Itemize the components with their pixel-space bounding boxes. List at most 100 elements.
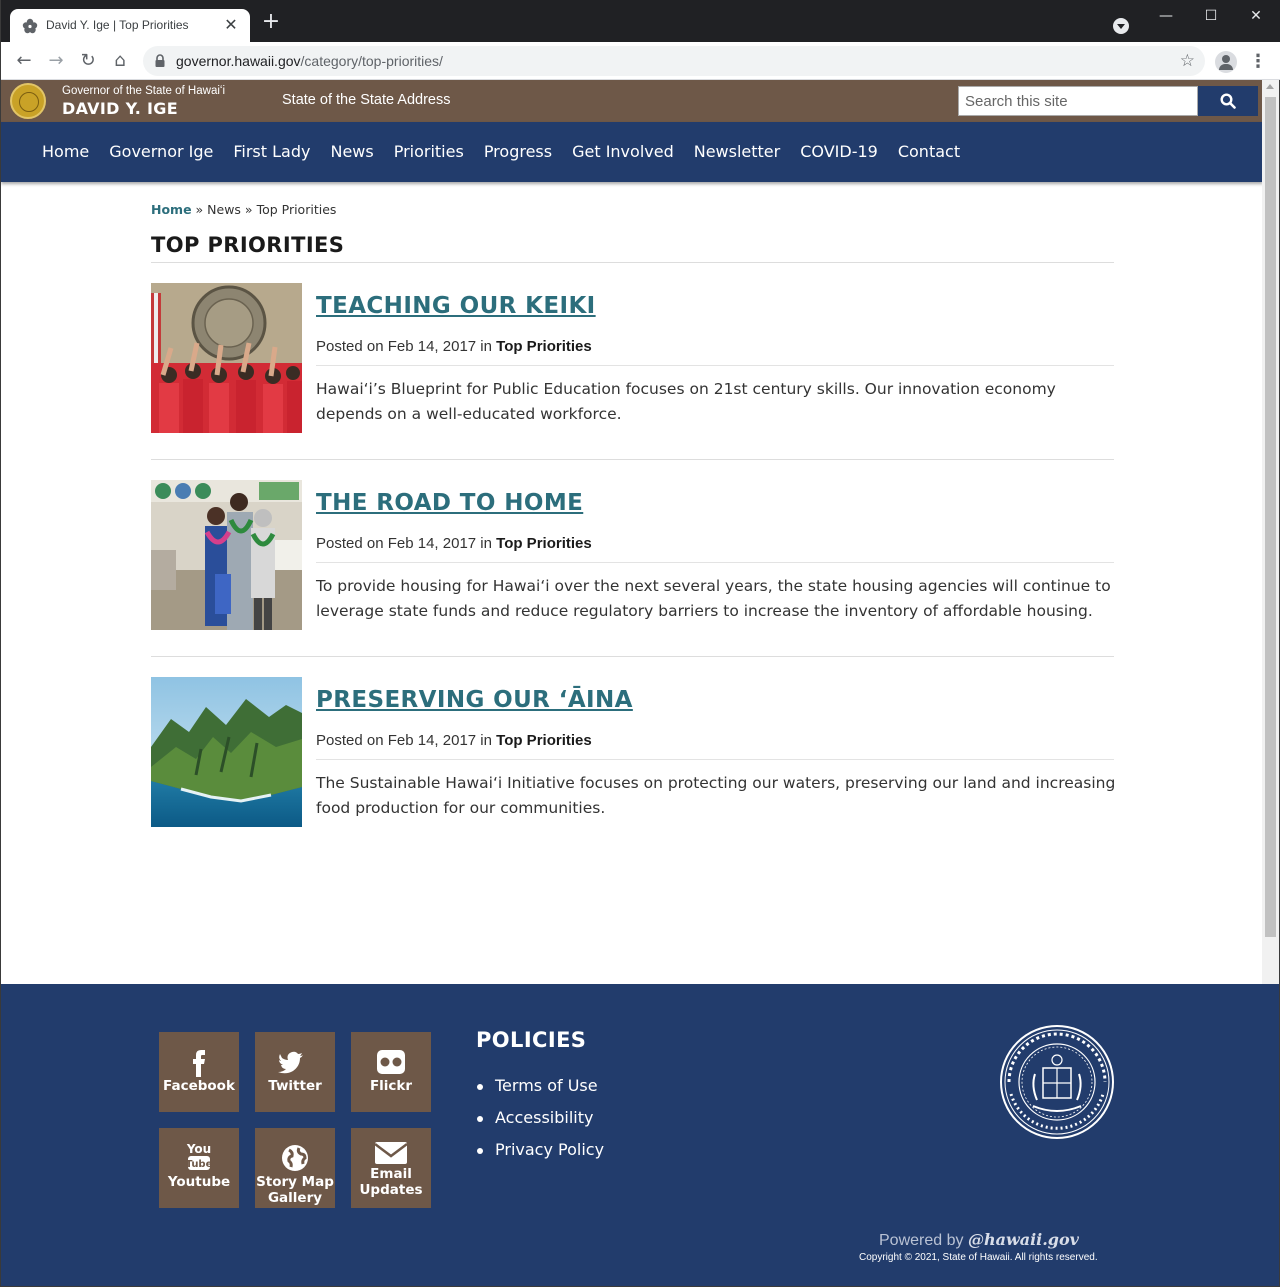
post-excerpt: The Sustainable Hawai‘i Initiative focus… xyxy=(316,774,1116,817)
flickr-label: Flickr xyxy=(369,1078,413,1094)
governor-subtitle: Governor of the State of Hawaiʻi xyxy=(62,85,225,97)
breadcrumb-current: Top Priorities xyxy=(256,202,337,217)
policies-heading: POLICIES xyxy=(476,1028,587,1052)
post-title-link[interactable]: PRESERVING OUR ‘ĀINA xyxy=(316,687,633,713)
svg-text:Tube: Tube xyxy=(186,1159,213,1170)
post-meta: Posted on Feb 14, 2017 in Top Priorities xyxy=(316,732,592,749)
email-label-line2: Updates xyxy=(359,1182,423,1198)
main-navigation: Home Governor Ige First Lady News Priori… xyxy=(1,122,1263,182)
post-title-link[interactable]: THE ROAD TO HOME xyxy=(316,490,583,516)
state-of-the-state-link[interactable]: State of the State Address xyxy=(282,92,450,108)
story-map-label-line2: Gallery xyxy=(267,1190,323,1206)
post-meta: Posted on Feb 14, 2017 in Top Priorities xyxy=(316,535,592,552)
page-title: TOP PRIORITIES xyxy=(151,233,345,257)
post-item: THE ROAD TO HOME Posted on Feb 14, 2017 … xyxy=(151,480,1114,657)
post-category-link[interactable]: Top Priorities xyxy=(496,535,592,552)
browser-chrome: David Y. Ige | Top Priorities ✕ + — ☐ ✕ … xyxy=(0,0,1280,80)
post-thumbnail-keiki[interactable] xyxy=(151,283,302,433)
tab-search-icon[interactable] xyxy=(1113,18,1129,34)
scroll-up-arrow-icon[interactable] xyxy=(1266,84,1274,89)
minimize-icon[interactable]: — xyxy=(1143,4,1189,28)
reload-icon[interactable]: ↻ xyxy=(75,48,101,74)
hibiscus-favicon-icon xyxy=(22,18,38,34)
post-thumbnail-housing[interactable] xyxy=(151,480,302,630)
site-search-input[interactable] xyxy=(958,86,1198,116)
story-map-gallery-tile[interactable]: Story Map Gallery xyxy=(255,1128,335,1208)
scrollbar-thumb[interactable] xyxy=(1265,97,1276,937)
nav-item-covid-19[interactable]: COVID-19 xyxy=(790,140,888,164)
browser-toolbar: ← → ↻ ⌂ governor.hawaii.gov/category/top… xyxy=(1,42,1280,80)
governor-name-link[interactable]: DAVID Y. IGE xyxy=(62,99,178,118)
site-footer: Facebook Twitter Flickr You Tube Youtube xyxy=(1,984,1279,1286)
nav-item-newsletter[interactable]: Newsletter xyxy=(684,140,791,164)
nav-item-first-lady[interactable]: First Lady xyxy=(223,140,320,164)
post-meta: Posted on Feb 14, 2017 in Top Priorities xyxy=(316,338,592,355)
lock-icon xyxy=(155,54,165,67)
nav-item-get-involved[interactable]: Get Involved xyxy=(562,140,684,164)
breadcrumb-news-link[interactable]: News xyxy=(207,202,241,217)
breadcrumb-separator: » xyxy=(240,202,257,217)
home-icon[interactable]: ⌂ xyxy=(107,48,133,74)
terms-of-use-link[interactable]: Terms of Use xyxy=(476,1070,604,1102)
flickr-tile[interactable]: Flickr xyxy=(351,1032,431,1112)
state-seal-logo[interactable] xyxy=(10,83,46,119)
profile-icon[interactable] xyxy=(1215,51,1237,73)
youtube-label: Youtube xyxy=(167,1174,231,1190)
state-of-hawaii-seal-icon xyxy=(1000,1025,1114,1139)
nav-item-contact[interactable]: Contact xyxy=(888,140,970,164)
accessibility-link[interactable]: Accessibility xyxy=(476,1102,604,1134)
story-map-label-line1: Story Map xyxy=(256,1174,334,1190)
policies-list: Terms of Use Accessibility Privacy Polic… xyxy=(476,1070,604,1166)
tab-strip: David Y. Ige | Top Priorities ✕ + — ☐ ✕ xyxy=(1,0,1280,42)
bookmark-star-icon[interactable]: ☆ xyxy=(1180,51,1195,71)
scrollbar[interactable] xyxy=(1262,80,1279,984)
nav-item-priorities[interactable]: Priorities xyxy=(384,140,474,164)
nav-item-governor-ige[interactable]: Governor Ige xyxy=(99,140,223,164)
twitter-label: Twitter xyxy=(268,1078,322,1094)
nav-item-news[interactable]: News xyxy=(320,140,383,164)
facebook-label: Facebook xyxy=(163,1078,235,1094)
search-icon xyxy=(1220,93,1236,109)
browser-tab[interactable]: David Y. Ige | Top Priorities ✕ xyxy=(10,9,250,42)
post-category-link[interactable]: Top Priorities xyxy=(496,732,592,749)
meta-divider xyxy=(316,365,1114,366)
breadcrumb-home-link[interactable]: Home xyxy=(151,202,192,217)
twitter-icon xyxy=(278,1051,303,1074)
nav-item-home[interactable]: Home xyxy=(32,140,99,164)
post-excerpt: To provide housing for Hawai‘i over the … xyxy=(316,577,1111,620)
new-tab-icon[interactable]: + xyxy=(261,11,281,33)
post-category-link[interactable]: Top Priorities xyxy=(496,338,592,355)
tab-close-icon[interactable]: ✕ xyxy=(222,16,240,34)
website: Governor of the State of Hawaiʻi DAVID Y… xyxy=(0,80,1280,1287)
post-title-link[interactable]: TEACHING OUR KEIKI xyxy=(316,293,596,319)
copyright-text: Copyright © 2021, State of Hawaii. All r… xyxy=(859,1252,1098,1263)
facebook-icon xyxy=(193,1050,205,1077)
tab-title: David Y. Ige | Top Priorities xyxy=(46,18,189,32)
email-label-line1: Email xyxy=(370,1166,412,1182)
browser-menu-icon[interactable]: ⋮ xyxy=(1249,51,1267,73)
privacy-policy-link[interactable]: Privacy Policy xyxy=(476,1134,604,1166)
meta-divider xyxy=(316,562,1114,563)
nav-item-progress[interactable]: Progress xyxy=(474,140,562,164)
hawaii-gov-logo[interactable]: @hawaii.gov xyxy=(968,1230,1079,1249)
site-search-button[interactable] xyxy=(1198,86,1258,116)
youtube-tile[interactable]: You Tube Youtube xyxy=(159,1128,239,1208)
email-updates-tile[interactable]: Email Updates xyxy=(351,1128,431,1208)
post-excerpt: Hawai‘i’s Blueprint for Public Education… xyxy=(316,380,1056,423)
facebook-tile[interactable]: Facebook xyxy=(159,1032,239,1112)
post-thumbnail-aina[interactable] xyxy=(151,677,302,827)
window-close-icon[interactable]: ✕ xyxy=(1233,4,1279,28)
flickr-icon xyxy=(377,1050,405,1074)
post-item: PRESERVING OUR ‘ĀINA Posted on Feb 14, 2… xyxy=(151,677,1116,854)
post-divider xyxy=(151,656,1114,657)
meta-divider xyxy=(316,759,1114,760)
post-item: TEACHING OUR KEIKI Posted on Feb 14, 201… xyxy=(151,283,1114,460)
post-divider xyxy=(151,459,1114,460)
back-icon[interactable]: ← xyxy=(11,48,37,74)
youtube-icon: You Tube xyxy=(186,1142,213,1170)
forward-icon[interactable]: → xyxy=(43,48,69,74)
address-bar[interactable]: governor.hawaii.gov/category/top-priorit… xyxy=(143,46,1205,76)
maximize-icon[interactable]: ☐ xyxy=(1188,4,1234,28)
twitter-tile[interactable]: Twitter xyxy=(255,1032,335,1112)
globe-icon xyxy=(282,1145,308,1171)
